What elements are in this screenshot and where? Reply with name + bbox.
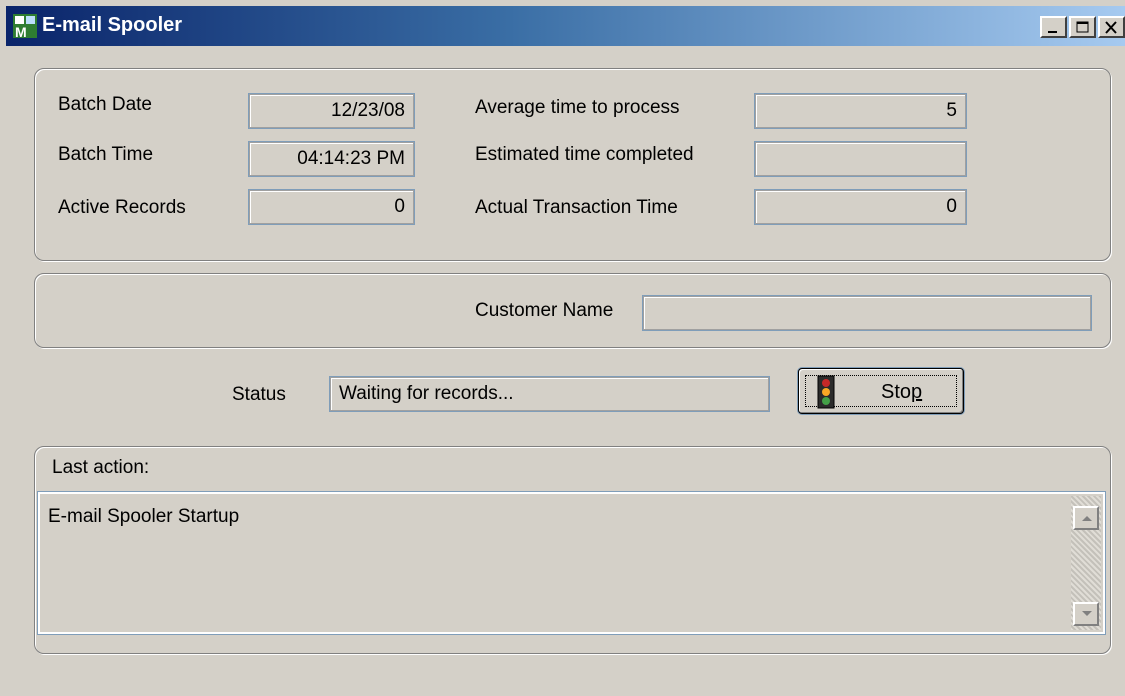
last-action-list[interactable]: E-mail Spooler Startup (37, 491, 1106, 635)
active-records-label: Active Records (58, 197, 186, 218)
active-records-field: 0 (249, 190, 414, 224)
window-title: E-mail Spooler (42, 14, 183, 36)
status-label: Status (232, 384, 286, 405)
batch-date-field: 12/23/08 (249, 94, 414, 128)
actual-time-label: Actual Transaction Time (475, 197, 678, 218)
app-icon: M (13, 14, 37, 40)
traffic-light-icon (817, 375, 835, 409)
vertical-scrollbar[interactable] (1071, 496, 1101, 630)
stop-button-label: Stop (881, 381, 923, 403)
maximize-icon (1076, 21, 1089, 33)
maximize-button[interactable] (1069, 16, 1096, 38)
minimize-button[interactable] (1040, 16, 1067, 38)
title-bar[interactable]: M E-mail Spooler (6, 6, 1125, 46)
actual-time-field: 0 (755, 190, 966, 224)
email-spooler-window: M E-mail Spooler Batch Date 12/23/08 Bat… (0, 0, 1125, 696)
svg-text:M: M (15, 24, 27, 40)
status-field: Waiting for records... (330, 377, 769, 411)
stop-button[interactable]: Stop (798, 368, 964, 414)
est-completed-label: Estimated time completed (475, 144, 694, 165)
est-completed-field (755, 142, 966, 176)
close-button[interactable] (1098, 16, 1125, 38)
avg-time-field: 5 (755, 94, 966, 128)
scroll-up-button[interactable] (1073, 506, 1099, 530)
avg-time-label: Average time to process (475, 97, 680, 118)
batch-time-label: Batch Time (58, 144, 154, 165)
list-item: E-mail Spooler Startup (48, 506, 240, 527)
close-icon (1105, 21, 1117, 34)
customer-name-label: Customer Name (475, 300, 614, 321)
scroll-up-icon (1082, 516, 1092, 521)
last-action-label: Last action: (52, 457, 150, 478)
scroll-down-button[interactable] (1073, 602, 1099, 626)
customer-name-field (643, 296, 1091, 330)
minimize-icon (1048, 31, 1057, 33)
batch-time-field: 04:14:23 PM (249, 142, 414, 176)
scroll-down-icon (1082, 611, 1092, 616)
batch-date-label: Batch Date (58, 94, 152, 115)
